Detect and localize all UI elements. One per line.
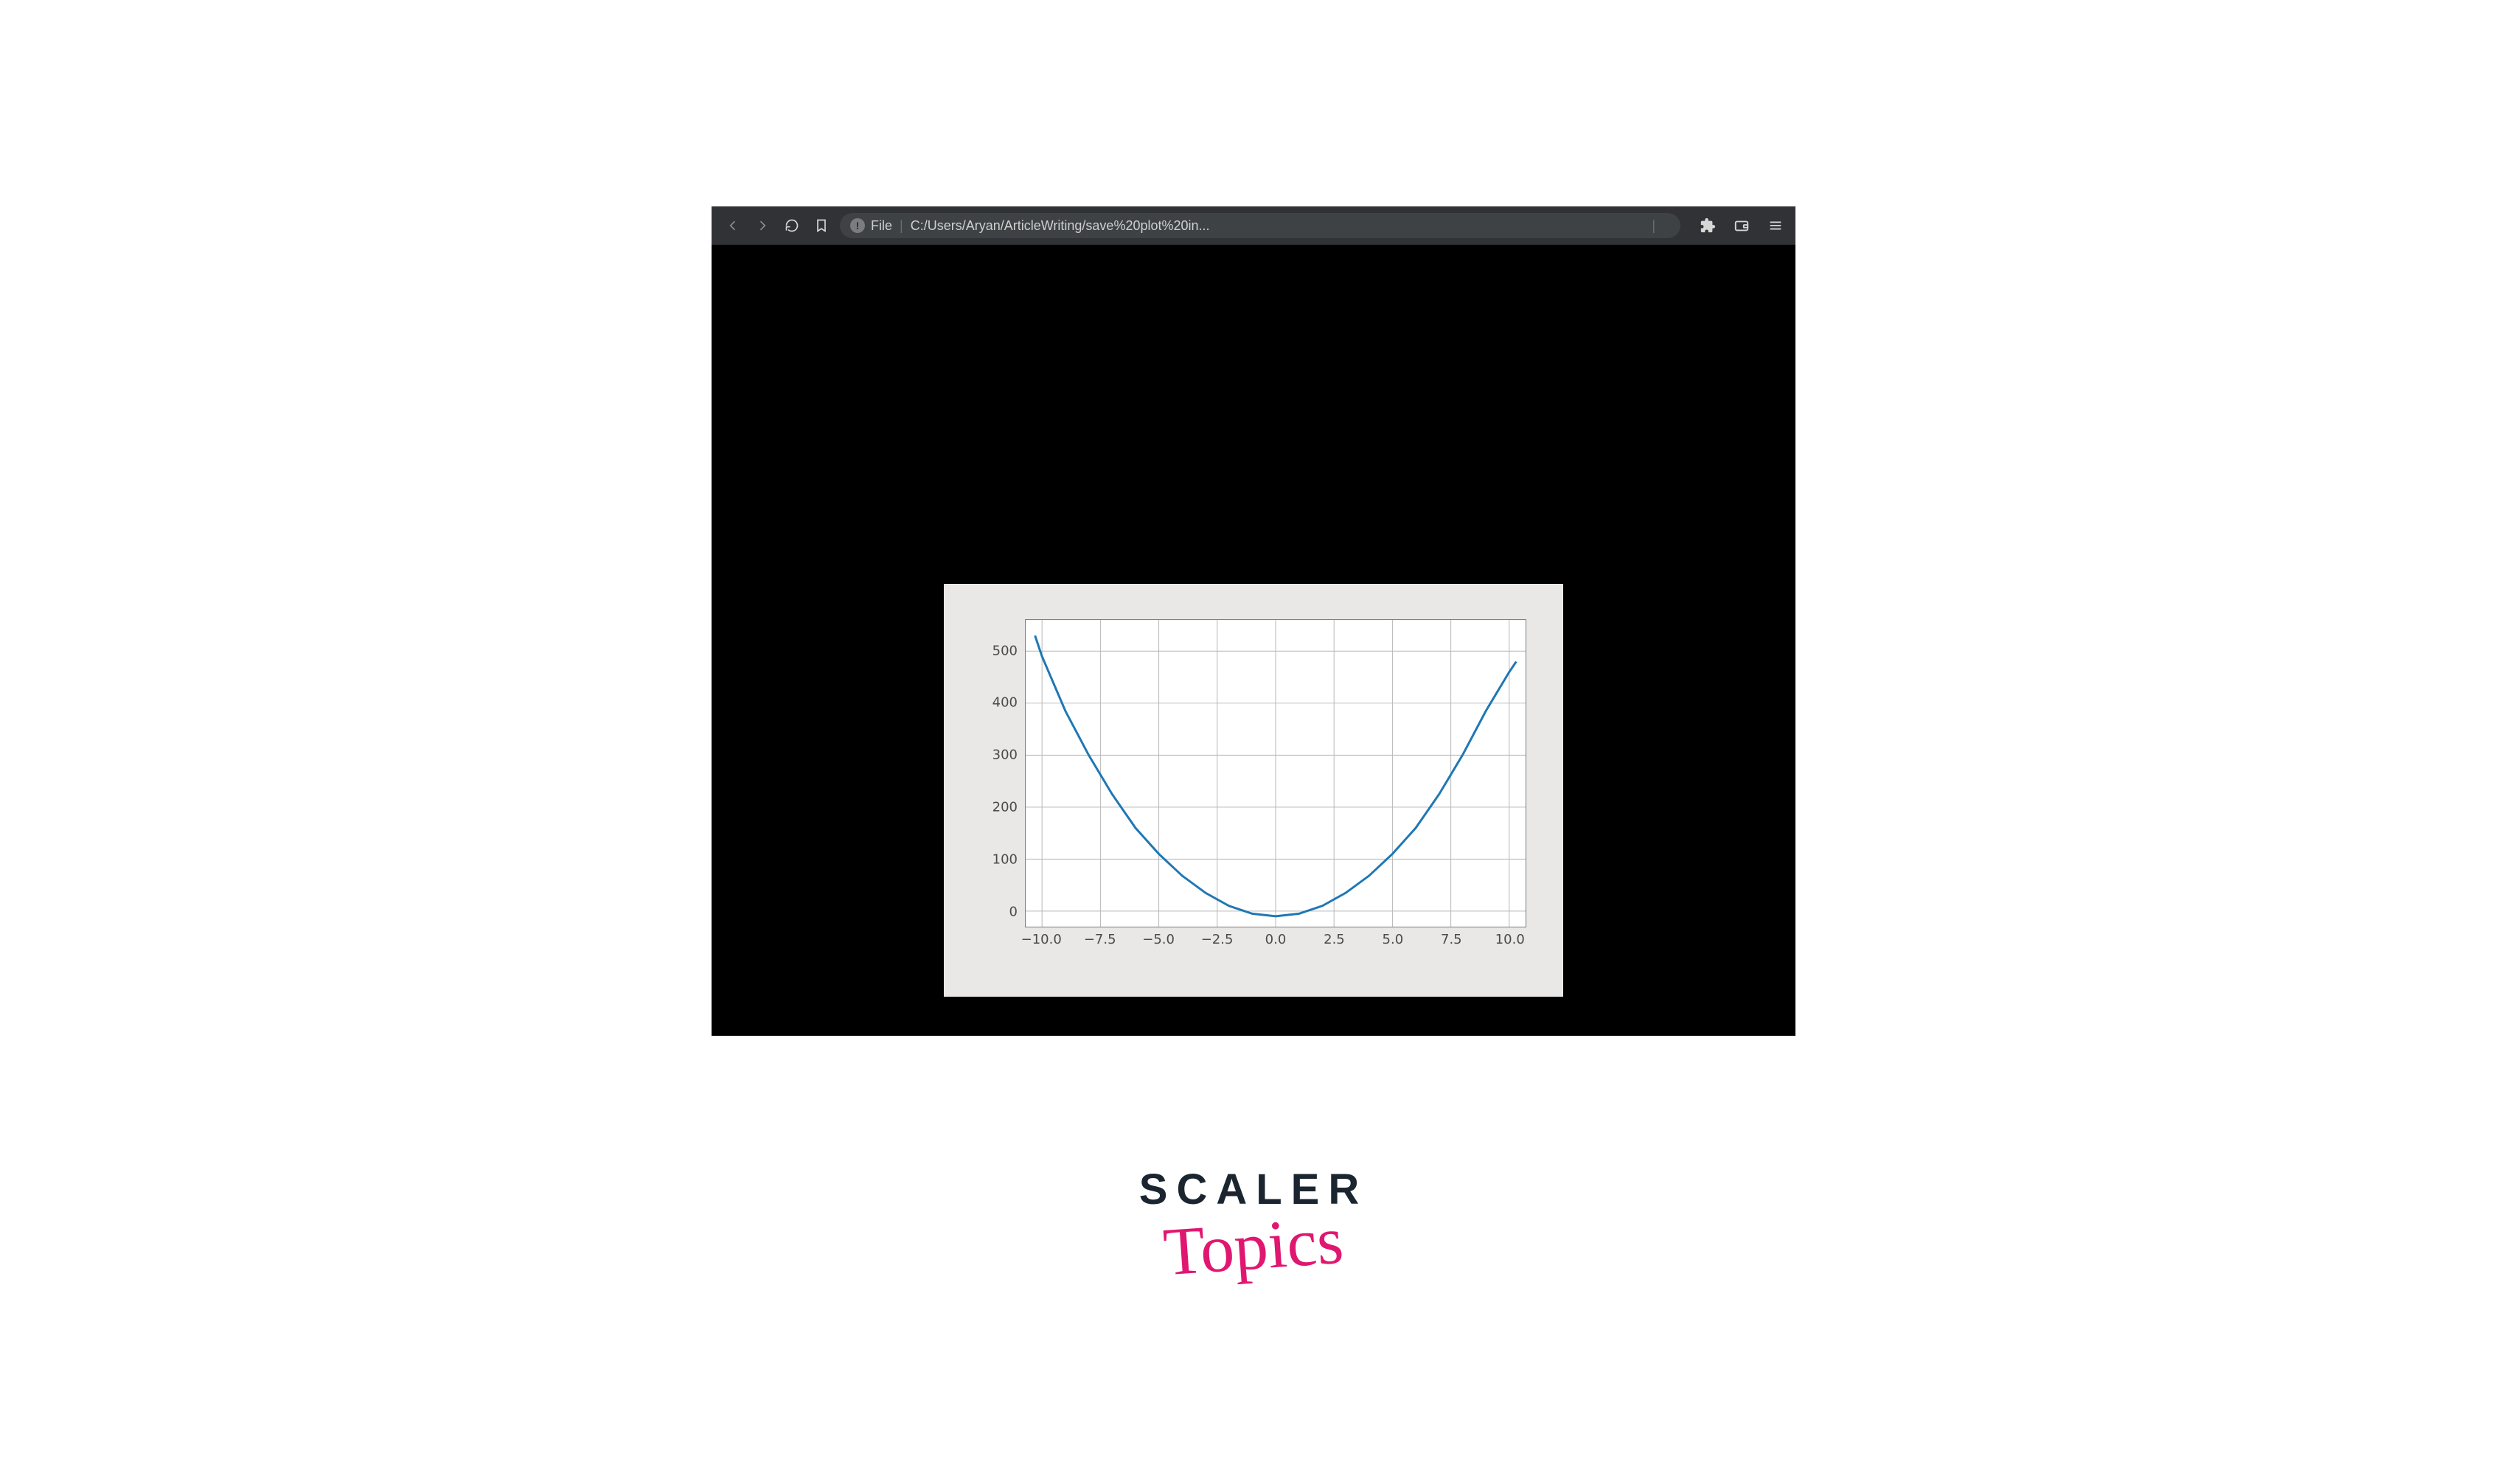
- watermark: SCALER Topics: [1139, 1165, 1368, 1285]
- y-tick-label: 500: [973, 643, 1018, 658]
- watermark-line2: Topics: [1161, 1201, 1346, 1292]
- bookmark-button[interactable]: [810, 215, 832, 237]
- y-tick-label: 300: [973, 748, 1018, 763]
- plot-svg: [1026, 620, 1526, 927]
- x-tick-label: −7.5: [1084, 932, 1116, 947]
- plot-figure: −10.0 −7.5 −5.0 −2.5 0.0 2.5 5.0 7.5 10.0 0 100 200…: [944, 584, 1563, 997]
- y-tick-label: 100: [973, 851, 1018, 867]
- y-tick-label: 0: [973, 904, 1018, 919]
- plot-axes: [1025, 619, 1526, 927]
- page-content: −10.0 −7.5 −5.0 −2.5 0.0 2.5 5.0 7.5 10.0 0 100 200…: [712, 245, 1795, 1036]
- menu-icon[interactable]: [1766, 216, 1785, 235]
- y-tick-label: 200: [973, 800, 1018, 815]
- x-tick-label: −10.0: [1021, 932, 1062, 947]
- reload-button[interactable]: [781, 215, 803, 237]
- x-tick-label: −2.5: [1201, 932, 1234, 947]
- file-scheme-label: ! File: [850, 218, 892, 234]
- separator: |: [900, 218, 903, 234]
- info-icon: !: [850, 218, 865, 233]
- back-button[interactable]: [722, 215, 744, 237]
- url-text: C:/Users/Aryan/ArticleWriting/save%20plo…: [911, 218, 1645, 234]
- x-tick-label: 5.0: [1383, 932, 1404, 947]
- browser-window: ! File | C:/Users/Aryan/ArticleWriting/s…: [712, 206, 1795, 1036]
- x-tick-label: 0.0: [1265, 932, 1287, 947]
- url-bar[interactable]: ! File | C:/Users/Aryan/ArticleWriting/s…: [840, 213, 1680, 238]
- separator: |: [1652, 218, 1655, 234]
- wallet-icon[interactable]: [1732, 216, 1751, 235]
- extensions-icon[interactable]: [1698, 216, 1717, 235]
- x-tick-label: 7.5: [1441, 932, 1462, 947]
- x-tick-label: 10.0: [1495, 932, 1525, 947]
- x-tick-label: −5.0: [1142, 932, 1175, 947]
- x-tick-label: 2.5: [1324, 932, 1345, 947]
- browser-toolbar: ! File | C:/Users/Aryan/ArticleWriting/s…: [712, 206, 1795, 245]
- y-tick-label: 400: [973, 695, 1018, 711]
- toolbar-right-actions: [1698, 216, 1785, 235]
- forward-button[interactable]: [751, 215, 773, 237]
